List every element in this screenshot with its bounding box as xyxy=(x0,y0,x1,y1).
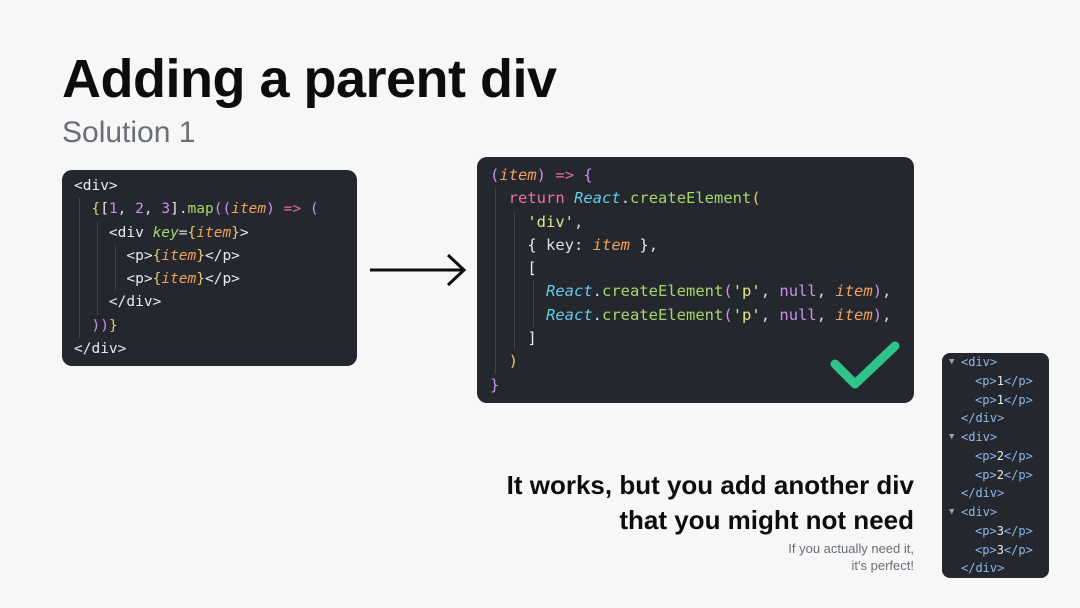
caption-line-2: that you might not need xyxy=(619,505,914,535)
dom-tree-node-open: ▼ <div> xyxy=(942,503,1049,522)
caption-note-line-2: it's perfect! xyxy=(851,558,914,573)
dom-tree-node-p: <p>3</p> xyxy=(975,523,1033,538)
dom-tree-node-p: <p>1</p> xyxy=(975,373,1033,388)
dom-tree-node-close: </div> xyxy=(961,411,1005,426)
caption-line-1: It works, but you add another div xyxy=(506,470,914,500)
code-line: <p>{item}</p> xyxy=(74,244,357,269)
code-line: { key: item }, xyxy=(490,233,914,258)
code-line: [ xyxy=(490,257,914,281)
code-line: </div> xyxy=(74,341,127,358)
code-line: <div> xyxy=(74,178,118,194)
caption-note: If you actually need it, it's perfect! xyxy=(788,540,914,574)
caption-note-line-1: If you actually need it, xyxy=(788,541,914,556)
code-line: 'div', xyxy=(490,210,914,234)
code-line: React.createElement('p', null, item), xyxy=(490,303,914,328)
dom-tree-node-open: ▼ <div> xyxy=(942,428,1049,447)
dom-tree-node-close: </div> xyxy=(961,561,1005,576)
code-line: ))} xyxy=(74,314,357,339)
code-line: (item) => { xyxy=(490,166,593,184)
expand-triangle-icon[interactable]: ▼ xyxy=(949,353,954,372)
expand-triangle-icon[interactable]: ▼ xyxy=(949,428,954,447)
dom-tree-node-p: <p>2</p> xyxy=(975,467,1033,482)
dom-tree-node-p: <p>2</p> xyxy=(975,448,1033,463)
checkmark-icon xyxy=(830,341,900,389)
jsx-code-block: <div> {[1, 2, 3].map((item) => ( <div ke… xyxy=(62,170,357,366)
code-line: <div key={item}> xyxy=(74,221,357,245)
caption: It works, but you add another div that y… xyxy=(507,468,914,538)
dom-tree-node-p: <p>3</p> xyxy=(975,542,1033,557)
expand-triangle-icon[interactable]: ▼ xyxy=(949,503,954,522)
dom-tree-node-open: ▼ <div> xyxy=(942,353,1049,372)
dom-tree-panel: ▼ <div> <p>1</p> <p>1</p> </div> ▼ <div> <p>2</… xyxy=(942,353,1049,578)
code-line: return React.createElement( xyxy=(490,187,914,211)
code-line: React.createElement('p', null, item), xyxy=(490,280,914,304)
slide-subtitle: Solution 1 xyxy=(62,116,196,149)
dom-tree-node-close: </div> xyxy=(961,486,1005,501)
code-line: {[1, 2, 3].map((item) => ( xyxy=(74,198,357,222)
dom-tree-node-p: <p>1</p> xyxy=(975,392,1033,407)
arrow-right-icon xyxy=(370,253,467,287)
slide-title: Adding a parent div xyxy=(62,49,557,109)
code-line: <p>{item}</p> xyxy=(74,268,357,292)
code-line: </div> xyxy=(74,291,357,315)
